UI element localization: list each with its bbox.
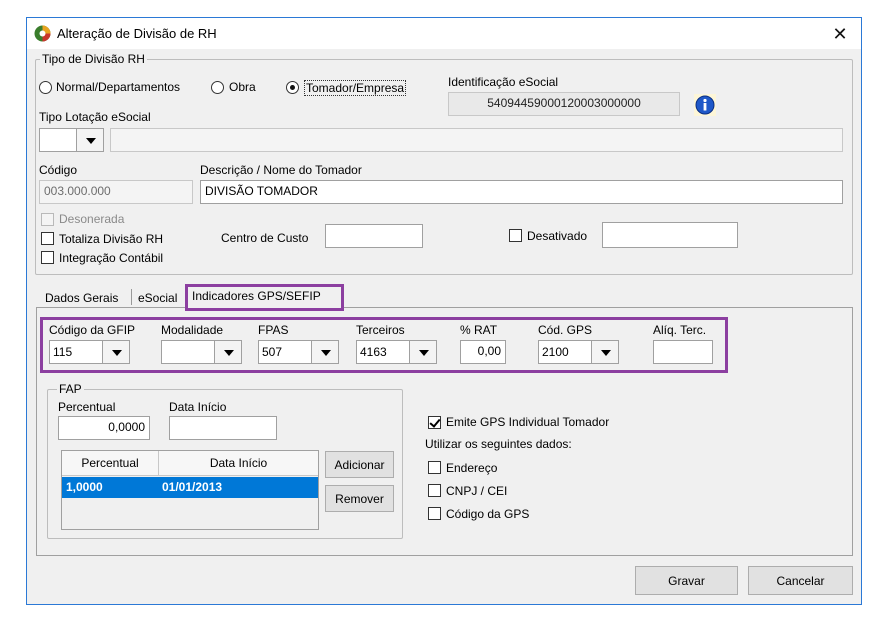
grid-header-data-inicio[interactable]: Data Início: [159, 456, 318, 470]
endereco-checkbox[interactable]: [428, 461, 441, 474]
cnpj-cei-checkbox[interactable]: [428, 484, 441, 497]
codigo-label: Código: [39, 163, 78, 177]
radio-tomador-empresa[interactable]: [286, 81, 299, 94]
title-bar: Alteração de Divisão de RH ✕: [27, 18, 861, 49]
adicionar-button[interactable]: Adicionar: [325, 451, 394, 478]
totaliza-checkbox[interactable]: [41, 232, 54, 245]
integracao-checkbox[interactable]: [41, 251, 54, 264]
desativado-field[interactable]: [602, 222, 738, 248]
tipo-lotacao-value: [39, 128, 77, 152]
chevron-down-icon[interactable]: [76, 128, 104, 152]
app-logo-icon: [34, 25, 51, 42]
window-title: Alteração de Divisão de RH: [57, 26, 217, 41]
endereco-label: Endereço: [446, 461, 498, 475]
radio-tomador-label: Tomador/Empresa: [304, 80, 407, 96]
fap-percentual-label: Percentual: [58, 400, 116, 414]
row-data-inicio: 01/01/2013: [162, 480, 223, 494]
info-icon[interactable]: [694, 94, 716, 116]
tipo-lotacao-description: [110, 128, 843, 152]
emite-gps-checkbox[interactable]: [428, 416, 441, 429]
centro-custo-field[interactable]: [325, 224, 423, 248]
tab-esocial[interactable]: eSocial: [138, 291, 177, 305]
tab-highlight-box: [185, 284, 344, 311]
radio-normal-label: Normal/Departamentos: [56, 80, 181, 94]
identificacao-esocial-field: 540944590001200030000​00: [448, 92, 680, 116]
radio-normal-departamentos[interactable]: [39, 81, 52, 94]
integracao-label: Integração Contábil: [59, 251, 164, 265]
tipo-divisao-legend: Tipo de Divisão RH: [40, 52, 147, 66]
cnpj-cei-label: CNPJ / CEI: [446, 484, 508, 498]
identificacao-esocial-label: Identificação eSocial: [448, 75, 559, 89]
radio-obra[interactable]: [211, 81, 224, 94]
dialog-window: Alteração de Divisão de RH ✕ Tipo de Div…: [26, 17, 862, 605]
remover-button[interactable]: Remover: [325, 485, 394, 512]
fap-data-inicio-field[interactable]: [169, 416, 277, 440]
desonerada-checkbox[interactable]: [41, 213, 54, 226]
fap-legend: FAP: [57, 382, 84, 396]
totaliza-label: Totaliza Divisão RH: [59, 232, 164, 246]
utilizar-dados-label: Utilizar os seguintes dados:: [425, 437, 572, 451]
radio-obra-label: Obra: [229, 80, 256, 94]
row-percentual: 1,0000: [66, 480, 103, 494]
tipo-lotacao-combo[interactable]: [39, 128, 104, 152]
desativado-checkbox[interactable]: [509, 229, 522, 242]
table-row[interactable]: 1,0000 01/01/2013: [62, 477, 318, 498]
codigo-gps-label: Código da GPS: [446, 507, 530, 521]
codigo-gps-checkbox[interactable]: [428, 507, 441, 520]
close-icon[interactable]: ✕: [829, 23, 851, 45]
gravar-button[interactable]: Gravar: [635, 566, 738, 595]
emite-gps-label: Emite GPS Individual Tomador: [446, 415, 610, 429]
grid-header-percentual[interactable]: Percentual: [62, 456, 158, 470]
fap-percentual-field[interactable]: 0,0000: [58, 416, 150, 440]
descricao-label: Descrição / Nome do Tomador: [200, 163, 362, 177]
fap-grid[interactable]: Percentual Data Início 1,0000 01/01/2013: [61, 450, 319, 530]
desativado-label: Desativado: [527, 229, 588, 243]
fap-grid-header: Percentual Data Início: [62, 451, 318, 476]
centro-custo-label: Centro de Custo: [221, 231, 309, 245]
tab-separator: [131, 289, 132, 305]
descricao-field[interactable]: DIVISÃO TOMADOR: [200, 180, 843, 204]
gps-fields-highlight-box: [40, 317, 728, 373]
tipo-lotacao-label: Tipo Lotação eSocial: [39, 110, 151, 124]
cancelar-button[interactable]: Cancelar: [748, 566, 853, 595]
codigo-field: 003.000.000: [39, 180, 193, 204]
desonerada-label: Desonerada: [59, 212, 125, 226]
fap-data-inicio-label: Data Início: [169, 400, 227, 414]
tab-dados-gerais[interactable]: Dados Gerais: [45, 291, 118, 305]
